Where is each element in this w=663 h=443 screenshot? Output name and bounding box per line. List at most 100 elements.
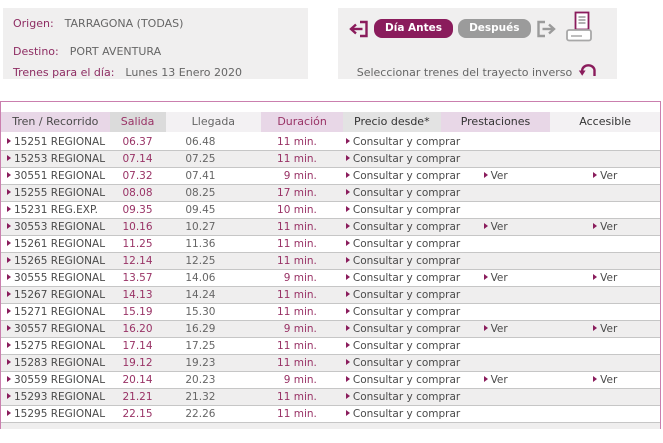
- train-label: 15251 REGIONAL: [14, 136, 105, 148]
- train-cell[interactable]: 15283 REGIONAL: [1, 355, 110, 371]
- table-row: 15283 REGIONAL 19.12 19.23 11 min. Consu…: [1, 355, 660, 372]
- departure-time: 12.14: [110, 253, 166, 269]
- departure-time: 11.25: [110, 236, 166, 252]
- date-label: Trenes para el día:: [13, 66, 114, 79]
- expand-triangle-icon: [7, 240, 11, 246]
- prestaciones-ver-link[interactable]: Ver: [484, 323, 508, 335]
- expand-triangle-icon: [7, 308, 11, 314]
- prestaciones-ver-link[interactable]: Ver: [484, 374, 508, 386]
- buy-triangle-icon: [346, 138, 350, 144]
- train-cell[interactable]: 15255 REGIONAL: [1, 185, 110, 201]
- duration: 11 min.: [261, 151, 343, 167]
- prestaciones-ver-label: Ver: [491, 323, 508, 335]
- departure-time: 10.16: [110, 219, 166, 235]
- table-row: 30557 REGIONAL 16.20 16.29 9 min. Consul…: [1, 321, 660, 338]
- buy-triangle-icon: [346, 410, 350, 416]
- day-before-button[interactable]: Día Antes: [374, 19, 453, 38]
- accesible-ver-label: Ver: [600, 221, 617, 233]
- buy-triangle-icon: [346, 172, 350, 178]
- arrival-time: 14.24: [165, 287, 261, 303]
- duration: 11 min.: [261, 406, 343, 422]
- train-cell[interactable]: 15231 REG.EXP.: [1, 202, 110, 218]
- departure-time: 15.19: [110, 304, 166, 320]
- previous-day-arrow-button[interactable]: [348, 20, 369, 38]
- column-header-tren-recorrido: Tren / Recorrido: [1, 112, 110, 132]
- prestaciones-ver-label: Ver: [491, 272, 508, 284]
- column-header-prestaciones: Prestaciones: [441, 112, 551, 132]
- duration: 11 min.: [261, 134, 343, 150]
- train-cell[interactable]: 15253 REGIONAL: [1, 151, 110, 167]
- day-navigation-box: Día Antes Después Seleccion: [338, 8, 617, 79]
- train-label: 15265 REGIONAL: [14, 255, 105, 267]
- prestaciones-ver-label: Ver: [491, 170, 508, 182]
- table-row: 15267 REGIONAL 14.13 14.24 11 min. Consu…: [1, 287, 660, 304]
- expand-triangle-icon: [7, 342, 11, 348]
- train-label: 15267 REGIONAL: [14, 289, 105, 301]
- arrival-time: 21.32: [165, 389, 261, 405]
- train-cell[interactable]: 30557 REGIONAL: [1, 321, 110, 337]
- next-day-arrow-button[interactable]: [536, 20, 557, 38]
- table-footer-strip: [1, 423, 660, 429]
- arrival-time: 06.48: [165, 134, 261, 150]
- column-header-llegada: Llegada: [166, 112, 262, 132]
- prestaciones-ver-label: Ver: [491, 221, 508, 233]
- expand-triangle-icon: [7, 206, 11, 212]
- accesible-ver-link[interactable]: Ver: [593, 323, 617, 335]
- arrival-time: 15.30: [165, 304, 261, 320]
- train-cell[interactable]: 30559 REGIONAL: [1, 372, 110, 388]
- destination-row: Destino: PORT AVENTURA: [13, 45, 161, 58]
- date-row: Trenes para el día: Lunes 13 Enero 2020: [13, 66, 242, 79]
- train-label: 30555 REGIONAL: [14, 272, 105, 284]
- train-cell[interactable]: 15261 REGIONAL: [1, 236, 110, 252]
- train-cell[interactable]: 15267 REGIONAL: [1, 287, 110, 303]
- expand-triangle-icon: [7, 223, 11, 229]
- prestaciones-ver-link[interactable]: Ver: [484, 272, 508, 284]
- train-cell[interactable]: 30555 REGIONAL: [1, 270, 110, 286]
- column-header-precio: Precio desde*: [343, 112, 441, 132]
- ver-triangle-icon: [484, 172, 488, 178]
- ver-triangle-icon: [484, 325, 488, 331]
- prestaciones-ver-link[interactable]: Ver: [484, 170, 508, 182]
- expand-triangle-icon: [7, 393, 11, 399]
- train-cell[interactable]: 15251 REGIONAL: [1, 134, 110, 150]
- reverse-route-link[interactable]: Seleccionar trenes del trayecto inverso: [338, 62, 617, 82]
- ver-triangle-icon: [593, 172, 597, 178]
- train-cell[interactable]: 15271 REGIONAL: [1, 304, 110, 320]
- train-cell[interactable]: 15293 REGIONAL: [1, 389, 110, 405]
- train-label: 15253 REGIONAL: [14, 153, 105, 165]
- departure-time: 07.14: [110, 151, 166, 167]
- ver-triangle-icon: [593, 376, 597, 382]
- accesible-ver-link[interactable]: Ver: [593, 221, 617, 233]
- buy-triangle-icon: [346, 240, 350, 246]
- printer-icon: [564, 32, 594, 47]
- origin-label: Origen:: [13, 17, 54, 30]
- column-header-salida: Salida: [110, 112, 166, 132]
- expand-triangle-icon: [7, 274, 11, 280]
- accesible-ver-label: Ver: [600, 374, 617, 386]
- train-cell[interactable]: 30553 REGIONAL: [1, 219, 110, 235]
- accesible-ver-link[interactable]: Ver: [593, 374, 617, 386]
- train-cell[interactable]: 15275 REGIONAL: [1, 338, 110, 354]
- prestaciones-ver-link[interactable]: Ver: [484, 221, 508, 233]
- table-row: 15271 REGIONAL 15.19 15.30 11 min. Consu…: [1, 304, 660, 321]
- table-row: 15261 REGIONAL 11.25 11.36 11 min. Consu…: [1, 236, 660, 253]
- table-row: 30551 REGIONAL 07.32 07.41 9 min. Consul…: [1, 168, 660, 185]
- arrival-time: 12.25: [165, 253, 261, 269]
- train-cell[interactable]: 15295 REGIONAL: [1, 406, 110, 422]
- expand-triangle-icon: [7, 410, 11, 416]
- day-after-button[interactable]: Después: [458, 19, 530, 38]
- train-cell[interactable]: 15265 REGIONAL: [1, 253, 110, 269]
- buy-triangle-icon: [346, 274, 350, 280]
- accesible-ver-link[interactable]: Ver: [593, 272, 617, 284]
- train-label: 30551 REGIONAL: [14, 170, 105, 182]
- reverse-route-label: Seleccionar trenes del trayecto inverso: [357, 66, 573, 79]
- arrival-time: 09.45: [165, 202, 261, 218]
- departure-time: 17.14: [110, 338, 166, 354]
- print-button[interactable]: [564, 11, 594, 44]
- accesible-ver-link[interactable]: Ver: [593, 170, 617, 182]
- departure-time: 13.57: [110, 270, 166, 286]
- table-row: 15275 REGIONAL 17.14 17.25 11 min. Consu…: [1, 338, 660, 355]
- train-cell[interactable]: 30551 REGIONAL: [1, 168, 110, 184]
- arrow-right-bracket-icon: [536, 26, 557, 41]
- arrival-time: 16.29: [165, 321, 261, 337]
